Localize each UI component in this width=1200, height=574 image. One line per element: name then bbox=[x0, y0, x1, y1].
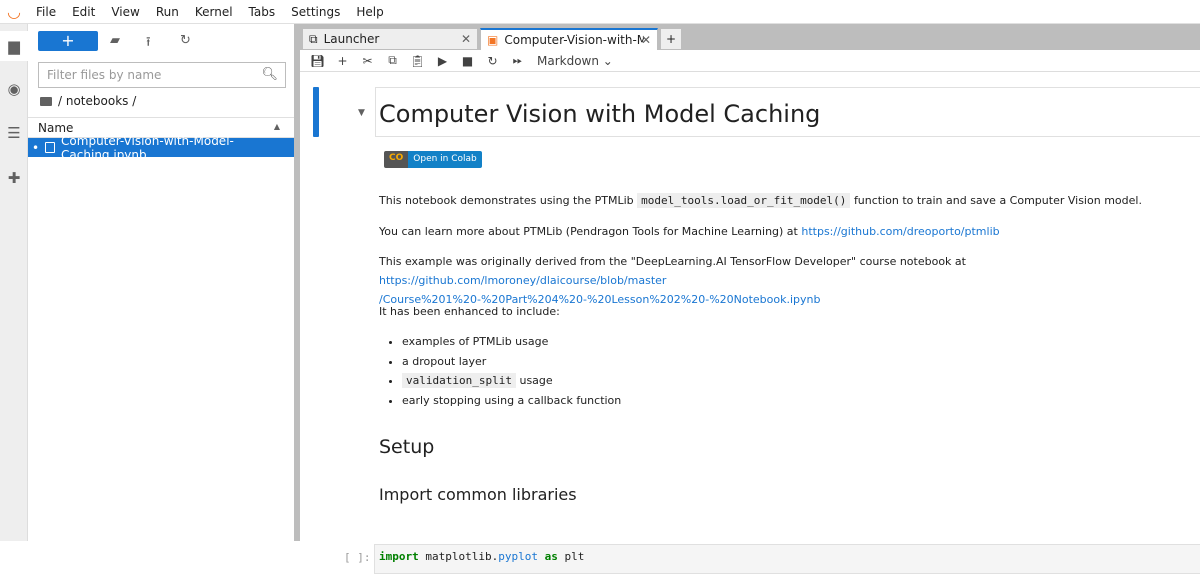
refresh-icon[interactable]: ↻ bbox=[180, 33, 191, 48]
main-area: ⧉ Launcher ✕ ▣ Computer-Vision-with-Mode… bbox=[300, 24, 1200, 574]
breadcrumb: / notebooks / bbox=[40, 94, 136, 108]
notebook-toolbar: 💾︎ + ✂ ⧉ 📋︎ ▶ ■ ↻ ⏩︎ Markdown ⌄ bbox=[300, 50, 1200, 72]
close-icon[interactable]: ✕ bbox=[641, 33, 651, 47]
menu-run[interactable]: Run bbox=[148, 5, 187, 19]
colab-label: Open in Colab bbox=[408, 151, 482, 168]
menubar: ◡ File Edit View Run Kernel Tabs Setting… bbox=[0, 0, 1200, 24]
open-in-colab-badge[interactable]: CO Open in Colab bbox=[384, 151, 482, 168]
paragraph-learn-more: You can learn more about PTMLib (Pendrag… bbox=[379, 225, 1000, 238]
extension-icon[interactable]: ✚ bbox=[6, 170, 22, 186]
notebook-title: Computer Vision with Model Caching bbox=[379, 100, 821, 128]
file-item[interactable]: • Computer-Vision-with-Model-Caching.ipy… bbox=[28, 134, 294, 162]
toc-icon[interactable]: ☰ bbox=[6, 125, 22, 141]
list-item: early stopping using a callback function bbox=[402, 391, 621, 411]
ptmlib-link[interactable]: https://github.com/dreoporto/ptmlib bbox=[801, 225, 999, 238]
jupyter-logo-icon: ◡ bbox=[7, 2, 21, 21]
notebook-icon bbox=[45, 142, 56, 153]
running-icon[interactable]: ◉ bbox=[6, 81, 22, 97]
upload-icon[interactable]: ⭱ bbox=[146, 33, 151, 55]
breadcrumb-path[interactable]: / notebooks / bbox=[58, 94, 136, 108]
colab-logo-icon: CO bbox=[384, 151, 409, 168]
folder-icon[interactable] bbox=[40, 96, 52, 106]
collapse-heading-icon[interactable]: ▼ bbox=[358, 108, 365, 118]
cell-prompt: [ ]: bbox=[344, 551, 371, 564]
tab-label: Launcher bbox=[323, 32, 380, 46]
paragraph-origin: This example was originally derived from… bbox=[379, 255, 966, 306]
launcher-icon: ⧉ bbox=[309, 31, 318, 46]
insert-cell-icon[interactable]: + bbox=[335, 54, 350, 68]
run-all-icon[interactable]: ⏩︎ bbox=[510, 53, 525, 68]
heading-import: Import common libraries bbox=[379, 485, 577, 504]
active-cell-indicator[interactable] bbox=[313, 87, 319, 137]
file-name: Computer-Vision-with-Model-Caching.ipynb bbox=[61, 133, 234, 162]
new-folder-icon[interactable]: ▰ bbox=[110, 33, 120, 48]
folder-icon[interactable]: ▆ bbox=[0, 31, 28, 61]
enhancement-list: examples of PTMLib usage a dropout layer… bbox=[402, 332, 621, 410]
menu-kernel[interactable]: Kernel bbox=[187, 5, 241, 19]
course-link[interactable]: https://github.com/lmoroney/dlaicourse/b… bbox=[379, 274, 666, 287]
menu-help[interactable]: Help bbox=[348, 5, 391, 19]
tab-bar: ⧉ Launcher ✕ ▣ Computer-Vision-with-Mode… bbox=[300, 24, 1200, 50]
new-launcher-button[interactable]: + bbox=[38, 31, 98, 51]
cut-icon[interactable]: ✂ bbox=[360, 54, 375, 68]
menu-file[interactable]: File bbox=[28, 5, 64, 19]
save-icon[interactable]: 💾︎ bbox=[310, 54, 325, 68]
tab-label: Computer-Vision-with-Mode bbox=[504, 33, 645, 47]
sort-ascending-icon: ▲ bbox=[273, 122, 280, 131]
close-icon[interactable]: ✕ bbox=[461, 32, 471, 46]
menu-view[interactable]: View bbox=[103, 5, 147, 19]
paste-icon[interactable]: 📋︎ bbox=[410, 54, 425, 68]
tab-launcher[interactable]: ⧉ Launcher ✕ bbox=[302, 28, 478, 50]
menu-tabs[interactable]: Tabs bbox=[241, 5, 284, 19]
list-item: validation_split usage bbox=[402, 371, 621, 391]
inline-code: model_tools.load_or_fit_model() bbox=[637, 193, 851, 208]
paragraph-enhanced: It has been enhanced to include: bbox=[379, 305, 560, 318]
run-icon[interactable]: ▶ bbox=[435, 54, 450, 68]
running-dot-icon: • bbox=[32, 140, 40, 155]
list-item: examples of PTMLib usage bbox=[402, 332, 621, 352]
file-browser: + ▰ ⭱ ↻ 🔍︎ / notebooks / Name ▲ • Comput… bbox=[28, 24, 294, 541]
stop-icon[interactable]: ■ bbox=[460, 54, 475, 68]
code-cell[interactable]: import matplotlib.pyplot as plt bbox=[374, 544, 1200, 574]
filter-box: 🔍︎ bbox=[38, 62, 286, 88]
heading-setup: Setup bbox=[379, 436, 435, 458]
notebook-icon: ▣ bbox=[487, 33, 499, 47]
copy-icon[interactable]: ⧉ bbox=[385, 53, 400, 68]
tab-notebook[interactable]: ▣ Computer-Vision-with-Mode ✕ bbox=[480, 28, 658, 50]
notebook-panel: ▼ Computer Vision with Model Caching CO … bbox=[300, 74, 1200, 574]
menu-settings[interactable]: Settings bbox=[283, 5, 348, 19]
list-item: a dropout layer bbox=[402, 352, 621, 372]
left-sidebar: ▆ ◉ ☰ ✚ bbox=[0, 24, 28, 541]
filter-input[interactable] bbox=[47, 68, 257, 82]
paragraph-intro: This notebook demonstrates using the PTM… bbox=[379, 193, 1142, 208]
menu-edit[interactable]: Edit bbox=[64, 5, 103, 19]
add-tab-button[interactable]: + bbox=[660, 28, 682, 50]
search-icon: 🔍︎ bbox=[261, 67, 278, 82]
cell-type-select[interactable]: Markdown ⌄ bbox=[537, 54, 613, 68]
restart-icon[interactable]: ↻ bbox=[485, 54, 500, 68]
